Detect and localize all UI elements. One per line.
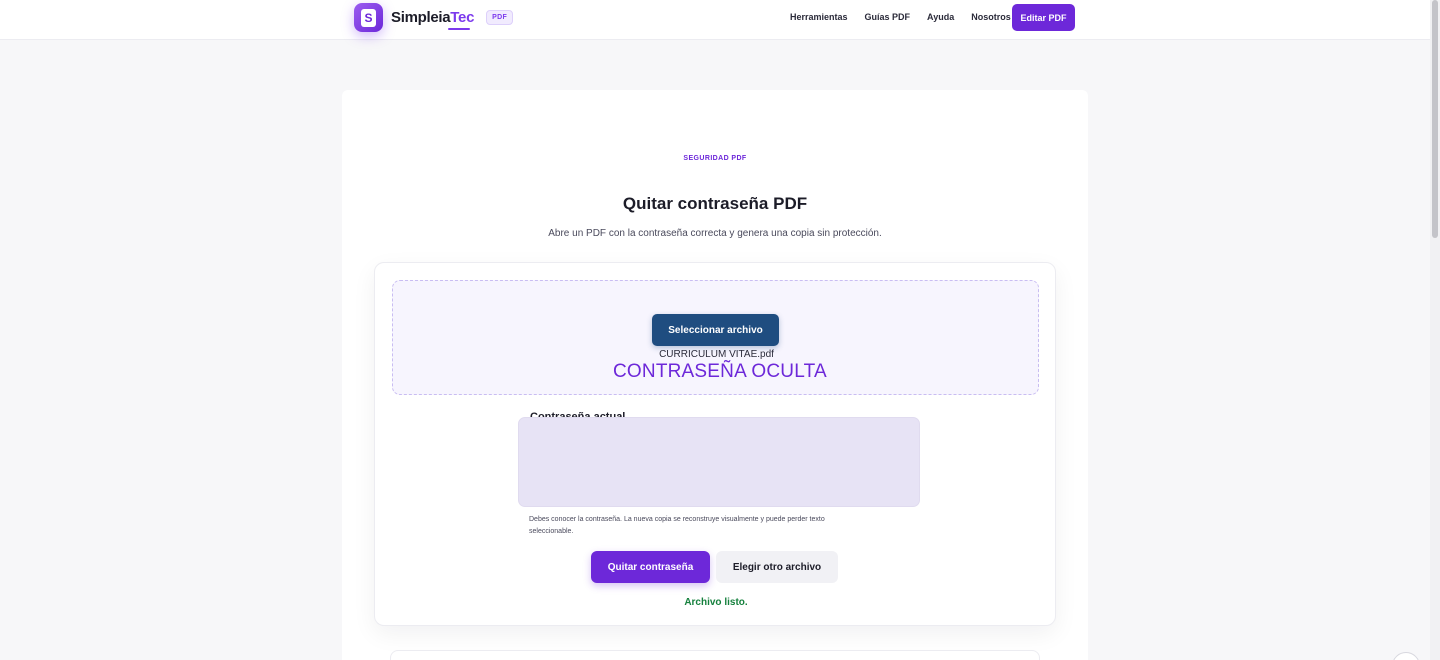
next-section-card (390, 650, 1040, 660)
tool-panel: Seleccionar archivo CURRICULUM VITAE.pdf… (374, 262, 1056, 626)
main-card: SEGURIDAD PDF Quitar contraseña PDF Abre… (342, 90, 1088, 660)
brand-badge: PDF (486, 10, 514, 25)
brand-logo[interactable]: S Simpleia Tec PDF (354, 3, 514, 32)
page-subtitle: Abre un PDF con la contraseña correcta y… (548, 228, 882, 239)
scrollbar-thumb[interactable] (1432, 0, 1438, 238)
brand-name: Simpleia Tec (391, 9, 475, 30)
edit-pdf-button[interactable]: Editar PDF (1012, 4, 1075, 31)
hidden-password-label: CONTRASEÑA OCULTA (613, 361, 827, 382)
nav-link-guias-pdf[interactable]: Guías PDF (865, 12, 911, 22)
page-scrollbar[interactable] (1430, 0, 1440, 660)
site-header: S Simpleia Tec PDF Herramientas Guías PD… (0, 0, 1430, 40)
section-eyebrow: SEGURIDAD PDF (683, 155, 747, 162)
pdf-document-logo-icon: S (354, 3, 383, 32)
status-message: Archivo listo. (684, 597, 748, 608)
select-file-button[interactable]: Seleccionar archivo (652, 314, 779, 346)
remove-password-button[interactable]: Quitar contraseña (591, 551, 710, 583)
choose-another-file-button[interactable]: Elegir otro archivo (716, 551, 838, 583)
nav-link-herramientas[interactable]: Herramientas (790, 12, 848, 22)
nav-link-ayuda[interactable]: Ayuda (927, 12, 954, 22)
selected-file-name: CURRICULUM VITAE.pdf (659, 349, 774, 360)
page-title: Quitar contraseña PDF (622, 194, 808, 213)
nav-link-nosotros[interactable]: Nosotros (971, 12, 1011, 22)
logo-mark-letter: S (361, 8, 376, 27)
file-dropzone[interactable]: Seleccionar archivo CURRICULUM VITAE.pdf… (392, 280, 1039, 395)
action-buttons: Quitar contraseña Elegir otro archivo (591, 551, 838, 583)
password-input[interactable] (518, 417, 920, 507)
password-help-text: Debes conocer la contraseña. La nueva co… (529, 516, 825, 535)
brand-underline (448, 28, 470, 30)
floating-action-button[interactable] (1392, 652, 1420, 660)
main-nav: Herramientas Guías PDF Ayuda Nosotros (790, 12, 1011, 22)
brand-name-main: Simpleia (391, 9, 451, 26)
brand-name-accent: Tec (450, 9, 475, 26)
